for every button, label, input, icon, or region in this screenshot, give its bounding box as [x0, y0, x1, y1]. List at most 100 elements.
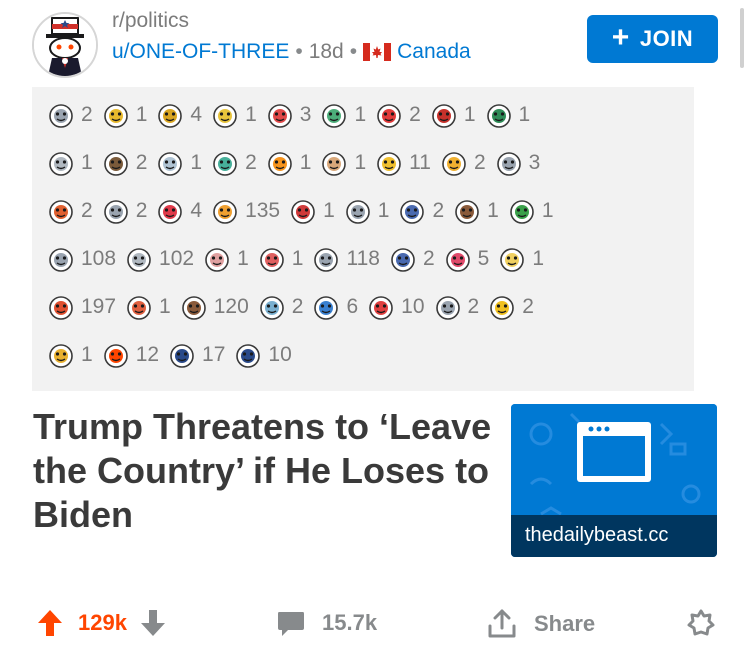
award-row: 2 1 4 1 3 1 2 1 1 [46, 95, 538, 135]
award-item[interactable]: 1 [319, 100, 366, 130]
award-item[interactable]: 4 [155, 100, 202, 130]
award-badge-icon [686, 608, 716, 638]
award-item[interactable]: 2 [397, 196, 444, 226]
separator-dot: • [295, 40, 303, 63]
author-link[interactable]: u/ONE-OF-THREE [112, 40, 289, 64]
subreddit-avatar[interactable] [32, 12, 98, 78]
award-item[interactable]: 1 [507, 196, 554, 226]
award-item[interactable]: 6 [311, 292, 358, 322]
award-item[interactable]: 1 [124, 292, 171, 322]
award-item[interactable]: 3 [265, 100, 311, 130]
awards-panel[interactable]: 2 1 4 1 3 1 2 1 1 1 2 1 2 1 1 11 2 3 2 2 4 135 1 1 2 1 1 108 102 1 1 11… [32, 87, 694, 391]
award-count: 1 [487, 199, 499, 222]
join-button[interactable]: + JOIN [587, 15, 718, 63]
gift-box-icon [288, 196, 318, 226]
laptop-snoo-icon [433, 292, 463, 322]
award-item[interactable]: 2 [46, 196, 93, 226]
subreddit-name[interactable]: r/politics [112, 9, 189, 33]
award-item[interactable]: 2 [388, 244, 435, 274]
award-item[interactable]: 102 [124, 244, 194, 274]
award-item[interactable]: 108 [46, 244, 116, 274]
scrollbar[interactable] [740, 8, 744, 68]
award-count: 108 [81, 247, 117, 270]
comments-button[interactable]: 15.7k [276, 608, 377, 638]
award-button[interactable] [686, 608, 716, 638]
downvote-arrow-icon[interactable] [139, 608, 167, 638]
award-count: 1 [354, 103, 367, 126]
surprised-snoo-icon [46, 292, 76, 322]
award-item[interactable]: 2 [439, 148, 486, 178]
award-item[interactable]: 2 [210, 148, 257, 178]
award-item[interactable]: 2 [374, 100, 421, 130]
upvote-arrow-icon[interactable] [36, 608, 64, 638]
award-item[interactable]: 1 [497, 244, 544, 274]
award-item[interactable]: 135 [210, 196, 280, 226]
award-item[interactable]: 1 [101, 100, 147, 130]
award-item[interactable]: 1 [452, 196, 499, 226]
heart-eyes-snoo-icon [265, 100, 295, 130]
heart-icon [429, 100, 459, 130]
award-item[interactable]: 12 [101, 340, 159, 370]
award-count: 120 [213, 295, 249, 318]
link-thumbnail[interactable]: thedailybeast.cc [511, 404, 717, 557]
heart-face-icon [155, 196, 185, 226]
award-item[interactable]: 1 [155, 148, 202, 178]
award-item[interactable]: 1 [46, 340, 93, 370]
award-item[interactable]: 1 [429, 100, 476, 130]
vote-count: 129k [78, 610, 127, 635]
award-item[interactable]: 1 [257, 244, 304, 274]
award-item[interactable]: 10 [233, 340, 292, 370]
time-clock-icon [210, 148, 240, 178]
post-title[interactable]: Trump Threatens to ‘Leave the Country’ i… [33, 405, 493, 537]
award-count: 4 [190, 103, 203, 126]
frog-icon [319, 100, 349, 130]
award-count: 1 [354, 151, 367, 174]
award-item[interactable]: 1 [210, 100, 257, 130]
award-item[interactable]: 2 [46, 100, 93, 130]
award-count: 10 [268, 343, 292, 366]
award-item[interactable]: 2 [257, 292, 303, 322]
wizard-snoo-icon [388, 244, 418, 274]
award-item[interactable]: 1 [319, 148, 366, 178]
award-count: 2 [135, 199, 148, 222]
award-count: 1 [190, 151, 203, 174]
sunglasses-sun-icon [487, 292, 517, 322]
award-item[interactable]: 5 [443, 244, 489, 274]
award-count: 135 [245, 199, 281, 222]
money-snoo-icon [507, 196, 537, 226]
award-item[interactable]: 118 [311, 244, 380, 274]
wearing-hat-snoo-icon [46, 100, 76, 130]
vote-group: 129k [36, 608, 167, 638]
award-count: 1 [237, 247, 249, 270]
award-item[interactable]: 17 [167, 340, 225, 370]
award-item[interactable]: 1 [484, 100, 530, 130]
love-eyes-icon [374, 100, 404, 130]
award-item[interactable]: 3 [494, 148, 540, 178]
award-item[interactable]: 1 [202, 244, 249, 274]
award-item[interactable]: 2 [433, 292, 479, 322]
canada-flag-icon [363, 43, 392, 61]
award-item[interactable]: 120 [179, 292, 249, 322]
award-item[interactable]: 1 [46, 148, 93, 178]
award-count: 1 [291, 247, 304, 270]
award-count: 2 [245, 151, 257, 174]
award-item[interactable]: 2 [487, 292, 534, 322]
award-item[interactable]: 1 [265, 148, 311, 178]
award-item[interactable]: 1 [288, 196, 335, 226]
rainbow-icon [265, 148, 295, 178]
award-item[interactable]: 197 [46, 292, 116, 322]
award-item[interactable]: 2 [101, 148, 147, 178]
award-count: 1 [377, 199, 390, 222]
award-item[interactable]: 11 [374, 148, 431, 178]
award-count: 1 [532, 247, 545, 270]
award-item[interactable]: 1 [343, 196, 390, 226]
gold-heart-face-icon [46, 340, 76, 370]
award-row: 1 12 17 10 [46, 335, 300, 375]
award-item[interactable]: 2 [101, 196, 148, 226]
sleepy-face-icon [124, 244, 154, 274]
award-count: 1 [81, 151, 93, 174]
award-item[interactable]: 4 [155, 196, 202, 226]
award-item[interactable]: 10 [366, 292, 425, 322]
vote-button-icon [233, 340, 263, 370]
share-button[interactable]: Share [486, 608, 595, 640]
